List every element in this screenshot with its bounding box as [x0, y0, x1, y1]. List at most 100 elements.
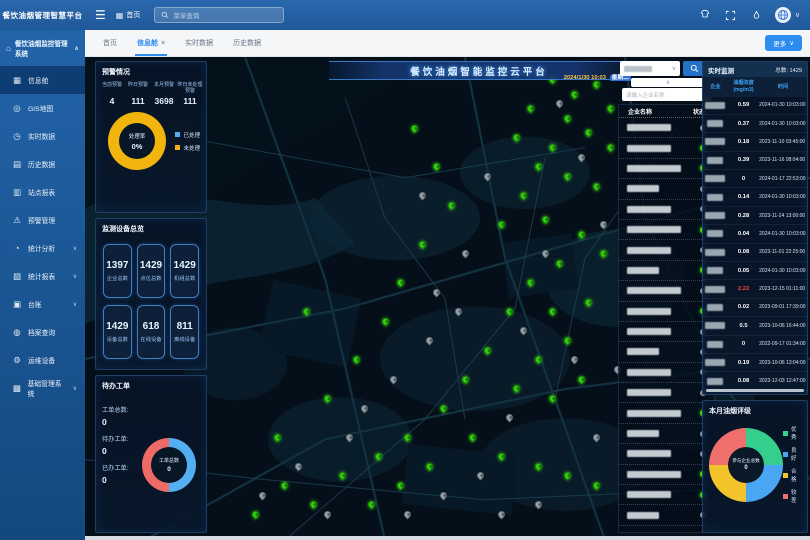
map-pin[interactable]	[540, 215, 550, 225]
sidebar-item[interactable]: ▥ 站点报表	[0, 178, 85, 206]
map-pin[interactable]	[453, 307, 463, 317]
more-button[interactable]: 更多 ∨	[765, 35, 802, 51]
chevron-down-icon[interactable]: ∨	[795, 11, 800, 19]
map-pin[interactable]	[388, 374, 398, 384]
enterprise-list-row[interactable]	[619, 403, 714, 423]
realtime-table-row[interactable]: 0.08 2023-11-01 22:25:00	[703, 244, 807, 262]
map-pin[interactable]	[577, 229, 587, 239]
realtime-table-row[interactable]: 0.05 2024-01-30 10:03:00	[703, 262, 807, 280]
map-pin[interactable]	[519, 191, 529, 201]
enterprise-list-row[interactable]	[619, 281, 714, 301]
map-pin[interactable]	[606, 104, 616, 114]
map-pin[interactable]	[323, 510, 333, 520]
map-pin[interactable]	[598, 220, 608, 230]
sidebar-item[interactable]: ◔ 统计分析 ∨	[0, 234, 85, 262]
map-pin[interactable]	[555, 258, 565, 268]
sidebar-item[interactable]: ▤ 历史数据	[0, 150, 85, 178]
close-icon[interactable]: ×	[161, 40, 165, 47]
map-pin[interactable]	[591, 80, 601, 90]
map-pin[interactable]	[461, 374, 471, 384]
page-tab[interactable]: 首页	[93, 30, 127, 56]
map-pin[interactable]	[598, 249, 608, 259]
map-pin[interactable]	[562, 171, 572, 181]
sidebar-item[interactable]: ▦ 信息舱	[0, 66, 85, 94]
map-pin[interactable]	[359, 403, 369, 413]
realtime-table-row[interactable]: 0.14 2024-01-30 10:03:00	[703, 188, 807, 206]
enterprise-list-row[interactable]	[619, 424, 714, 444]
sidebar-item[interactable]: ⚠ 预警管理	[0, 206, 85, 234]
enterprise-list-row[interactable]	[619, 118, 714, 138]
map-pin[interactable]	[250, 510, 260, 520]
map-pin[interactable]	[337, 471, 347, 481]
realtime-table-row[interactable]: 0.28 2023-11-24 13:00:00	[703, 207, 807, 225]
map-pin[interactable]	[511, 384, 521, 394]
enterprise-list-row[interactable]	[619, 200, 714, 220]
map-pin[interactable]	[294, 461, 304, 471]
map-pin[interactable]	[272, 432, 282, 442]
map-pin[interactable]	[562, 114, 572, 124]
map-pin[interactable]	[591, 481, 601, 491]
map-pin[interactable]	[352, 355, 362, 365]
map-pin[interactable]	[606, 142, 616, 152]
device-stat-card[interactable]: 1429 机组总数	[170, 244, 199, 298]
map-pin[interactable]	[577, 152, 587, 162]
flame-icon[interactable]	[749, 7, 765, 23]
enterprise-list-row[interactable]	[619, 505, 714, 525]
enterprise-list-row[interactable]	[619, 138, 714, 158]
sidebar-item[interactable]: ◷ 实时数据	[0, 122, 85, 150]
enterprise-list-row[interactable]	[619, 485, 714, 505]
table-scrollbar[interactable]	[706, 389, 804, 392]
map-pin[interactable]	[548, 394, 558, 404]
enterprise-name-input[interactable]: 请输入企业名称	[622, 88, 712, 101]
map-pin[interactable]	[591, 181, 601, 191]
map-pin[interactable]	[345, 432, 355, 442]
map-pin[interactable]	[475, 471, 485, 481]
enterprise-list-row[interactable]	[619, 159, 714, 179]
map-pin[interactable]	[548, 307, 558, 317]
device-stat-card[interactable]: 811 离线设备	[170, 305, 199, 359]
map-pin[interactable]	[323, 394, 333, 404]
realtime-table-row[interactable]: 0.5 2023-10-06 16:44:00	[703, 317, 807, 335]
hamburger-menu-icon[interactable]: ☰	[95, 8, 106, 22]
map-pin[interactable]	[584, 297, 594, 307]
realtime-table-row[interactable]: 0.59 2024-01-30 10:03:00	[703, 97, 807, 115]
map-pin[interactable]	[519, 326, 529, 336]
map-pin[interactable]	[417, 191, 427, 201]
enterprise-list-row[interactable]	[619, 444, 714, 464]
user-avatar[interactable]	[775, 7, 791, 23]
map-pin[interactable]	[569, 89, 579, 99]
enterprise-list-row[interactable]	[619, 179, 714, 199]
breadcrumb[interactable]: ▦ 首页	[116, 10, 141, 20]
map-pin[interactable]	[533, 461, 543, 471]
map-pin[interactable]	[533, 500, 543, 510]
map-pin[interactable]	[504, 307, 514, 317]
map-pin[interactable]	[381, 316, 391, 326]
map-pin[interactable]	[395, 278, 405, 288]
map-pin[interactable]	[279, 481, 289, 491]
map-pin[interactable]	[432, 287, 442, 297]
enterprise-list-row[interactable]	[619, 322, 714, 342]
map-pin[interactable]	[301, 307, 311, 317]
realtime-table-row[interactable]: 0.08 2023-12-03 12:47:00	[703, 372, 807, 390]
realtime-table-row[interactable]: 0.18 2023-11-10 03:45:00	[703, 133, 807, 151]
search-input[interactable]: 菜单查询	[154, 7, 284, 23]
map-pin[interactable]	[417, 239, 427, 249]
enterprise-list-row[interactable]	[619, 220, 714, 240]
enterprise-list-row[interactable]	[619, 465, 714, 485]
map-pin[interactable]	[533, 162, 543, 172]
map-pin[interactable]	[424, 461, 434, 471]
map-pin[interactable]	[461, 249, 471, 259]
enterprise-list-row[interactable]	[619, 302, 714, 322]
map-pin[interactable]	[410, 123, 420, 133]
enterprise-list-row[interactable]	[619, 240, 714, 260]
map-pin[interactable]	[497, 452, 507, 462]
theme-shirt-icon[interactable]	[697, 7, 713, 23]
map-pin[interactable]	[374, 452, 384, 462]
realtime-table-row[interactable]: 0 2022-09-17 01:34:00	[703, 336, 807, 354]
device-stat-card[interactable]: 1429 点位总数	[137, 244, 166, 298]
enterprise-list-row[interactable]	[619, 363, 714, 383]
page-tab[interactable]: 信息舱 ×	[127, 30, 175, 56]
map-pin[interactable]	[308, 500, 318, 510]
realtime-table-row[interactable]: 0.02 2023-09-01 17:39:00	[703, 299, 807, 317]
map-pin[interactable]	[526, 104, 536, 114]
